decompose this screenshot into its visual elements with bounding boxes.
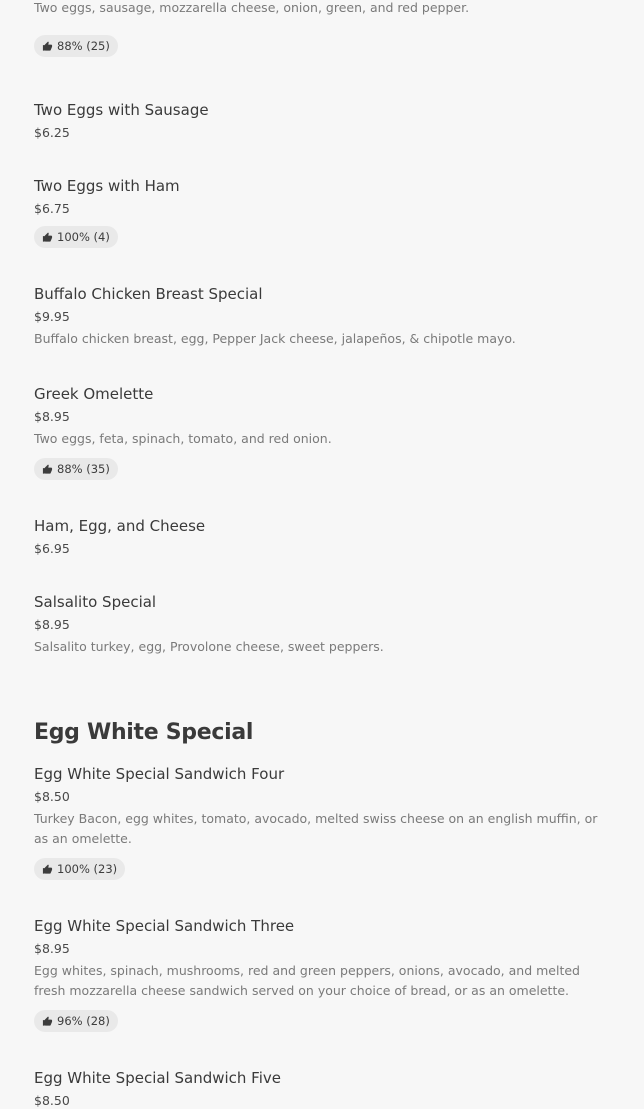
rating-badge: 100% (4): [34, 226, 118, 248]
rating-badge: 100% (23): [34, 858, 126, 880]
menu-item[interactable]: Ham, Egg, and Cheese $6.95: [34, 516, 610, 557]
thumbs-up-icon: [42, 463, 53, 474]
rating-text: 100% (4): [57, 230, 110, 244]
item-title: Buffalo Chicken Breast Special: [34, 285, 263, 303]
item-title: Egg White Special Sandwich Four: [34, 765, 285, 783]
item-price: $9.95: [34, 309, 70, 324]
item-price: $8.95: [34, 941, 70, 956]
menu-item[interactable]: Egg White Special Sandwich Three $8.95 E…: [34, 916, 610, 1032]
rating-badge: 88% (25): [34, 35, 118, 57]
thumbs-up-icon: [42, 1015, 53, 1026]
item-title: Ham, Egg, and Cheese: [34, 517, 206, 535]
item-price: $6.95: [34, 541, 70, 556]
menu-item[interactable]: Salsalito Special $8.95 Salsalito turkey…: [34, 592, 610, 657]
menu-item[interactable]: Buffalo Chicken Breast Special $9.95 Buf…: [34, 284, 610, 349]
item-price: $8.95: [34, 617, 70, 632]
item-price: $6.75: [34, 201, 70, 216]
thumbs-up-icon: [42, 40, 53, 51]
item-description: Salsalito turkey, egg, Provolone cheese,…: [34, 639, 384, 654]
rating-badge: 88% (35): [34, 458, 118, 480]
item-title: Two Eggs with Ham: [34, 177, 180, 195]
menu-item[interactable]: Egg White Special Sandwich Five $8.50: [34, 1068, 610, 1109]
item-description: Two eggs, sausage, mozzarella cheese, on…: [34, 0, 470, 15]
rating-text: 100% (23): [57, 862, 118, 876]
item-title: Greek Omelette: [34, 385, 154, 403]
menu-item[interactable]: Two Eggs with Ham $6.75 100% (4): [34, 176, 610, 248]
section-heading: Egg White Special: [34, 720, 254, 745]
rating-text: 96% (28): [57, 1014, 110, 1028]
item-description: Turkey Bacon, egg whites, tomato, avocad…: [34, 811, 598, 846]
item-title: Egg White Special Sandwich Five: [34, 1069, 281, 1087]
menu-item[interactable]: Egg White Special Sandwich Four $8.50 Tu…: [34, 764, 610, 880]
rating-badge: 96% (28): [34, 1010, 118, 1032]
item-title: Egg White Special Sandwich Three: [34, 917, 295, 935]
item-price: $8.50: [34, 789, 70, 804]
menu-item[interactable]: Greek Omelette $8.95 Two eggs, feta, spi…: [34, 384, 610, 480]
menu-item[interactable]: Two eggs, sausage, mozzarella cheese, on…: [34, 0, 610, 57]
item-title: Two Eggs with Sausage: [34, 101, 209, 119]
item-title: Salsalito Special: [34, 593, 157, 611]
item-description: Buffalo chicken breast, egg, Pepper Jack…: [34, 331, 516, 346]
item-description: Two eggs, feta, spinach, tomato, and red…: [34, 431, 332, 446]
thumbs-up-icon: [42, 863, 53, 874]
item-description: Egg whites, spinach, mushrooms, red and …: [34, 963, 580, 998]
rating-text: 88% (35): [57, 462, 110, 476]
item-price: $8.50: [34, 1093, 70, 1108]
item-price: $8.95: [34, 409, 70, 424]
menu-item[interactable]: Two Eggs with Sausage $6.25: [34, 100, 610, 141]
item-price: $6.25: [34, 125, 70, 140]
thumbs-up-icon: [42, 231, 53, 242]
rating-text: 88% (25): [57, 39, 110, 53]
